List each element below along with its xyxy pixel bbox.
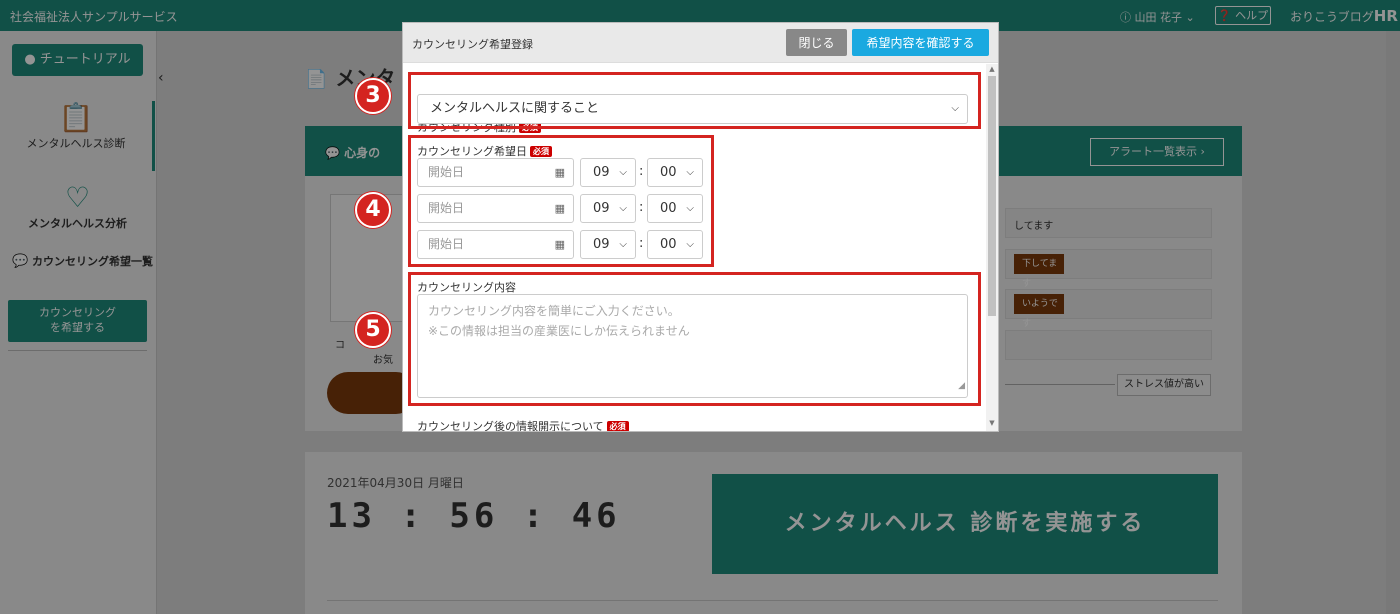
- annotation-box-dates: [408, 135, 714, 267]
- disclosure-label: カウンセリング後の情報開示について 必須: [417, 418, 629, 431]
- annotation-marker-3: 3: [355, 78, 391, 114]
- scrollbar-thumb[interactable]: [988, 76, 996, 316]
- modal-title: カウンセリング希望登録: [412, 38, 533, 51]
- modal-header: カウンセリング希望登録 閉じる 希望内容を確認する: [403, 23, 998, 63]
- close-button[interactable]: 閉じる: [786, 29, 847, 56]
- annotation-marker-5: 5: [355, 312, 391, 348]
- disclosure-label-text: カウンセリング後の情報開示について: [417, 420, 604, 431]
- scroll-down-icon[interactable]: ▼: [988, 419, 996, 427]
- scroll-up-icon[interactable]: ▲: [988, 65, 996, 73]
- annotation-box-type: [408, 72, 981, 129]
- required-badge: 必須: [606, 421, 629, 431]
- annotation-marker-4: 4: [355, 192, 391, 228]
- annotation-box-content: [408, 272, 981, 406]
- modal-scrollbar[interactable]: ▲ ▼: [986, 64, 998, 431]
- confirm-request-button[interactable]: 希望内容を確認する: [852, 29, 989, 56]
